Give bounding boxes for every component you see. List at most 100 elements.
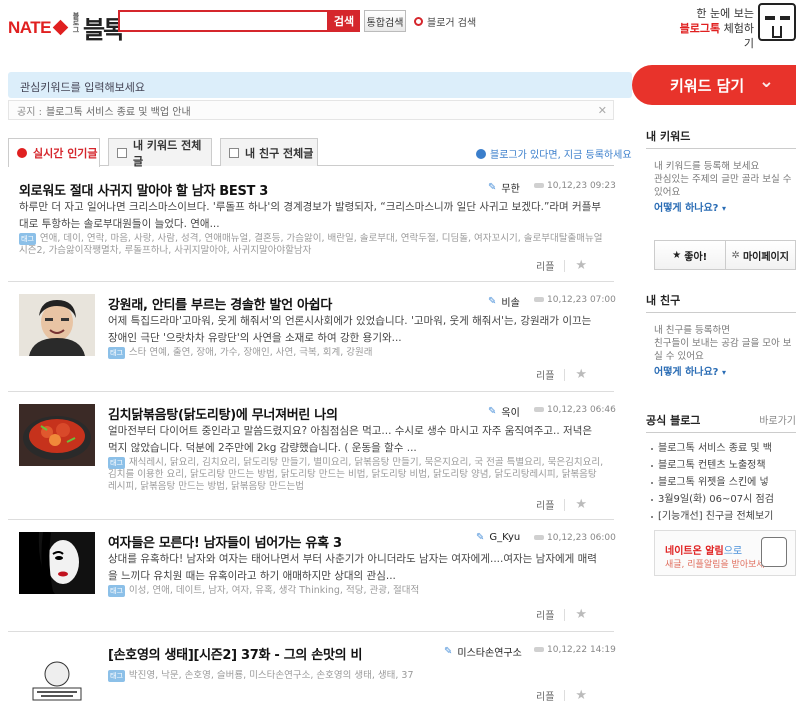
mypage-button[interactable]: ✲ 마이페이지 [724,241,796,269]
cartoon-image [19,644,95,701]
star-icon[interactable]: ★ [575,607,587,622]
post-title[interactable]: [손호영의 생태][시즌2] 37화 - 그의 손맛의 비 [108,644,438,663]
post-thumbnail[interactable] [19,532,95,594]
keyword-save-button[interactable]: 키워드 담기 ⌄ [632,65,796,105]
tab-label: 내 친구 전체글 [245,146,314,160]
my-keyword-section: 내 키워드 [646,128,796,144]
person-photo [19,294,95,356]
reply-link[interactable]: 리플 [536,688,554,701]
reply-link[interactable]: 리플 [536,258,554,273]
reply-link[interactable]: 리플 [536,497,554,512]
star-icon[interactable]: ★ [575,258,587,273]
tab-label: 실시간 인기글 [33,147,98,160]
post-tags-text[interactable]: 박진영, 낙문, 손호영, 슬버룡, 미스타손연구소, 손호영의 생태, 생태,… [129,670,414,681]
food-photo [19,404,95,466]
official-list-item[interactable]: 3월9일(화) 06~07시 점검 [650,491,796,508]
alarm-title-suffix: 으로 [723,546,743,557]
post-summary[interactable]: 얼마전부터 다이어트 중인라고 말씀드렸지요? 아침점심은 먹고... 수시로 … [108,423,604,457]
post-thumbnail[interactable] [19,404,95,466]
post-author[interactable]: ✎ 옥이 [488,404,520,419]
divider [564,368,566,381]
alarm-title: 네이트온 알림으로 [665,542,742,557]
post-tags-text[interactable]: 이성, 연애, 데이트, 남자, 여자, 유혹, 생각 Thinking, 적당… [129,585,419,596]
post-title[interactable]: 여자들은 모른다! 남자들이 넘어가는 유혹 3 [108,532,478,551]
total-search-button[interactable]: 통합검색 [364,10,406,32]
star-icon[interactable]: ★ [575,497,587,512]
post-tags-text[interactable]: 재식레시, 닭요리, 김치요리, 닭도리탕 만들기, 별미요리, 닭볶음탕 만들… [108,457,603,492]
blogger-search-link[interactable]: 블로거 검색 [414,14,476,29]
official-list-item[interactable]: 블로그톡 위젯을 스킨에 넣 [650,474,796,491]
reply-link[interactable]: 리플 [536,367,554,382]
post-title[interactable]: 김치닭볶음탕(닭도리탕)에 무너져버린 나의 [108,404,478,423]
post-thumbnail[interactable] [19,644,95,701]
nateon-alarm-banner[interactable]: 네이트온 알림으로 새글, 리플알림을 받아보세요 [654,530,796,576]
mascot-icon[interactable] [758,3,796,41]
notice-text: 블로그톡 서비스 종료 및 백업 안내 [45,106,191,118]
keyword-input[interactable]: 관심키워드를 입력해보세요 [8,72,632,98]
search-input[interactable] [118,10,329,32]
official-list-item[interactable]: 블로그톡 서비스 종료 및 백 [650,440,796,457]
how-link[interactable]: 어떻게 하나요? ▾ [654,363,796,378]
document-icon [117,147,127,158]
mascot-mouth [772,26,782,38]
like-button[interactable]: ★ 좋아! [655,241,725,269]
post-author[interactable]: ✎ G_Kyu [476,532,520,543]
post-item: 강원래, 안티를 부르는 경솔한 발언 아쉽다 ✎ 비솔 10,12,23 07:… [8,282,616,392]
promo-line2: 블로그톡 체험하기 [670,21,754,51]
my-keyword-title: 내 키워드 [646,130,691,143]
like-label: 좋아! [684,251,708,263]
post-thumbnail[interactable] [19,294,95,356]
tab-my-keyword[interactable]: 내 키워드 전체글 [108,138,212,168]
post-author-name: 미스타손연구소 [457,648,522,659]
tab-realtime[interactable]: 실시간 인기글 [8,138,100,167]
tag-icon: 태그 [19,233,36,245]
post-summary[interactable]: 어제 특집드라마'고마워, 웃게 해줘서'의 언론시사회에가 있었습니다. '고… [108,313,604,347]
logo[interactable]: NATE 블로그 블톡 [8,10,125,45]
tag-icon: 태그 [108,585,125,597]
official-list-item[interactable]: [기능개선] 친구글 전체보기 [650,508,796,525]
post-date-text: 10,12,22 14:19 [547,645,616,655]
alarm-title-text: 네이트온 알림 [665,546,724,557]
gear-icon: ✲ [731,249,740,261]
divider [646,312,796,313]
official-more-link[interactable]: 바로가기 [759,412,796,427]
date-bar-icon [534,297,544,302]
how-link[interactable]: 어떻게 하나요? ▾ [654,199,796,214]
official-list-item[interactable]: 블로그톡 컨텐츠 노출정책 [650,457,796,474]
date-bar-icon [534,535,544,540]
post-item: 여자들은 모른다! 남자들이 넘어가는 유혹 3 ✎ G_Kyu 10,12,23… [8,520,616,632]
post-tags: 태그 박진영, 낙문, 손호영, 슬버룡, 미스타손연구소, 손호영의 생태, 생… [108,670,604,682]
close-icon[interactable]: ✕ [598,104,607,117]
post-title[interactable]: 강원래, 안티를 부르는 경솔한 발언 아쉽다 [108,294,478,313]
search-icon [414,17,423,26]
my-friend-body: 내 친구를 등록하면 친구들이 보내는 공감 글을 모아 보실 수 있어요 어떻… [654,324,796,378]
post-tags-text[interactable]: 연애, 데이, 연락, 마음, 사랑, 사람, 성격, 연애매뉴얼, 결혼등, … [19,233,602,256]
search-button[interactable]: 검색 [328,10,360,32]
promo-banner[interactable]: 한 눈에 보는 블로그톡 체험하기 [670,6,754,51]
post-author[interactable]: ✎ 비솔 [488,294,520,309]
post-summary[interactable]: 상대를 유혹하다! 남자와 여자는 태어나면서 부터 사춘기가 아니더라도 남자… [108,551,604,585]
blogger-search-label: 블로거 검색 [427,18,477,29]
chevron-down-icon: ▾ [721,368,726,377]
post-date: 10,12,23 07:00 [534,295,616,305]
official-blog-title: 공식 블로그 [646,414,701,427]
post-summary[interactable]: 하루만 더 자고 일어나면 크리스마스이브다. '루돌프 하나'의 경계경보가 … [19,199,604,233]
post-author[interactable]: ✎ 무한 [488,180,520,195]
pen-icon: ✎ [488,406,497,417]
divider [564,259,566,272]
register-link[interactable]: 블로그가 있다면, 지금 등록하세요 [476,146,632,161]
post-reply-bar: 리플 ★ [536,497,587,512]
notice-bar[interactable]: 공지 : 블로그톡 서비스 종료 및 백업 안내 ✕ [8,100,614,120]
tag-icon: 태그 [108,670,125,682]
post-reply-bar: 리플 ★ [536,607,587,622]
star-icon[interactable]: ★ [575,688,587,701]
reply-link[interactable]: 리플 [536,607,554,622]
info-icon [476,148,486,159]
realtime-icon [17,148,27,158]
post-tags-text[interactable]: 스타 연예, 출연, 장애, 가수, 장애인, 사연, 극복, 회계, 강원래 [129,347,373,358]
post-title[interactable]: 외로워도 절대 사귀지 말아야 할 남자 BEST 3 [19,180,474,199]
tab-my-friend[interactable]: 내 친구 전체글 [220,138,318,166]
chevron-down-icon: ▾ [721,204,726,213]
star-icon[interactable]: ★ [575,367,587,382]
post-author[interactable]: ✎ 미스타손연구소 [444,644,522,659]
